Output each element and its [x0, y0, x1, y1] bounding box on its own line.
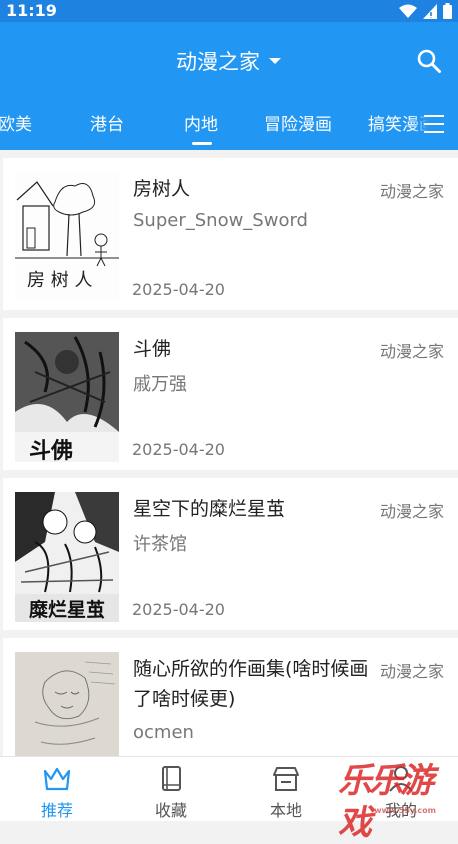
watermark-url: www.55y.com	[374, 806, 436, 815]
cellular-signal-icon	[423, 3, 437, 19]
comic-source: 动漫之家	[379, 502, 444, 521]
cover-ink-illustration: 斗佛	[15, 332, 119, 462]
comic-date: 2025-04-20	[132, 440, 225, 459]
cover-text: 糜烂星茧	[29, 598, 105, 621]
comic-source: 动漫之家	[379, 342, 444, 361]
tab-oumei[interactable]: 欧美	[0, 110, 32, 135]
tab-indicator	[192, 142, 212, 145]
dropdown-triangle-icon	[269, 58, 281, 64]
comic-card[interactable]: 糜烂星茧 星空下的糜烂星茧 许茶馆 2025-04-20 动漫之家	[3, 478, 458, 630]
comic-author: 戚万强	[133, 374, 187, 395]
comic-cover: 糜烂星茧	[15, 492, 119, 622]
tab-maoxian[interactable]: 冒险漫画	[264, 110, 332, 135]
comic-date: 2025-04-20	[132, 280, 225, 299]
cover-sketch-house-tree-person: 房 树 人	[15, 172, 119, 302]
comic-cover: 房 树 人	[15, 172, 119, 302]
category-tabs: 欧美 港台 内地 冒险漫画 搞笑漫画	[0, 100, 458, 150]
wifi-icon	[399, 4, 417, 18]
hamburger-menu-icon[interactable]	[422, 113, 446, 135]
comic-title: 随心所欲的作画集(啥时候画了啥时候更)	[133, 658, 369, 710]
comic-cover: 斗佛	[15, 332, 119, 462]
status-time: 11:19	[6, 1, 57, 20]
comic-date: 2025-04-20	[132, 600, 225, 619]
nav-label: 收藏	[154, 801, 187, 820]
status-bar: 11:19	[0, 0, 458, 22]
battery-icon	[443, 3, 452, 19]
status-icons	[399, 3, 452, 19]
comic-card[interactable]: 斗佛 斗佛 戚万强 2025-04-20 动漫之家	[3, 318, 458, 470]
tab-neidi[interactable]: 内地	[184, 110, 218, 135]
crown-icon	[43, 767, 71, 791]
store-icon	[273, 767, 299, 791]
cover-pencil-sketch	[15, 652, 119, 756]
app-bar: 动漫之家	[0, 22, 458, 100]
book-icon	[162, 766, 181, 791]
tab-gangtai[interactable]: 港台	[90, 110, 124, 135]
nav-item-recommend[interactable]: 推荐	[0, 757, 114, 821]
comic-card[interactable]: 随心所欲的作画集(啥时候画了啥时候更) ocmen 动漫之家	[3, 638, 458, 756]
comic-title: 星空下的糜烂星茧	[133, 498, 286, 520]
cover-text: 斗佛	[29, 438, 73, 462]
nav-item-favorites[interactable]: 收藏	[114, 757, 228, 821]
comic-title: 房树人	[133, 178, 191, 200]
nav-label: 本地	[269, 801, 302, 820]
watermark-logo: 乐乐游戏 www.55y.com	[338, 760, 458, 843]
watermark-text: 乐乐游戏	[338, 761, 434, 843]
search-icon[interactable]	[416, 48, 442, 74]
comic-author: Super_Snow_Sword	[133, 210, 308, 231]
comic-card[interactable]: 房 树 人 房树人 Super_Snow_Sword 2025-04-20 动漫…	[3, 158, 458, 310]
app-title-dropdown[interactable]: 动漫之家	[0, 46, 458, 76]
comic-source: 动漫之家	[379, 182, 444, 201]
nav-label: 推荐	[40, 801, 73, 820]
nav-item-local[interactable]: 本地	[229, 757, 343, 821]
comic-list: 房 树 人 房树人 Super_Snow_Sword 2025-04-20 动漫…	[0, 150, 458, 756]
cover-manga-characters: 糜烂星茧	[15, 492, 119, 622]
cover-text: 房 树 人	[27, 270, 92, 291]
app-title: 动漫之家	[176, 50, 260, 74]
comic-title: 斗佛	[133, 338, 172, 360]
comic-author: ocmen	[133, 722, 194, 743]
comic-author: 许茶馆	[133, 534, 187, 555]
comic-source: 动漫之家	[379, 662, 444, 681]
comic-cover	[15, 652, 119, 756]
